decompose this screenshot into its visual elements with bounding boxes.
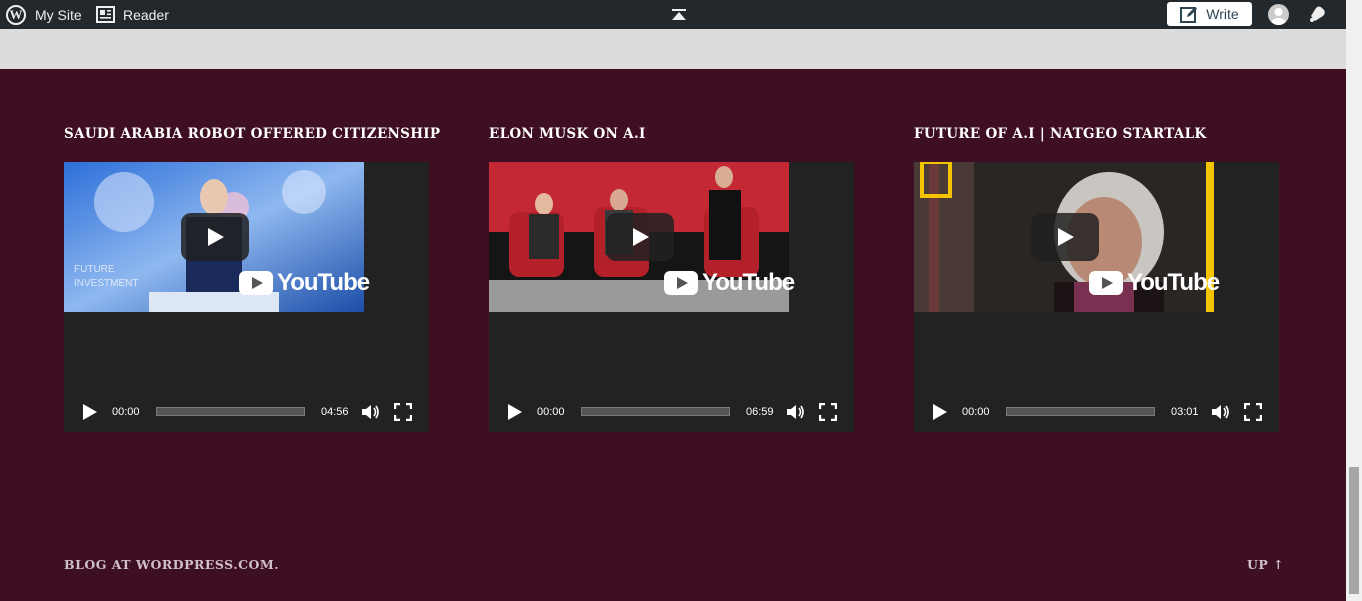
reader-link[interactable]: Reader <box>96 0 169 29</box>
play-overlay-button[interactable] <box>1031 213 1099 261</box>
play-icon[interactable] <box>508 404 522 420</box>
current-time: 00:00 <box>962 406 990 418</box>
progress-rail[interactable] <box>1006 407 1155 416</box>
play-overlay-button[interactable] <box>181 213 249 261</box>
write-button[interactable]: Write <box>1167 2 1252 26</box>
footer-credit-link[interactable]: BLOG AT WORDPRESS.COM. <box>64 557 279 572</box>
write-pencil-icon <box>1180 7 1198 23</box>
page-scrollbar[interactable] <box>1346 0 1362 601</box>
player-controls: 00:00 06:59 <box>489 399 854 425</box>
player-controls: 00:00 04:56 <box>64 399 429 425</box>
wordpress-logo-icon: W <box>6 4 26 25</box>
my-site-link[interactable]: W My Site <box>6 0 82 29</box>
video-player[interactable]: YouTube 00:00 06:59 <box>489 162 854 432</box>
youtube-logo[interactable]: YouTube <box>664 269 795 296</box>
header-band <box>0 29 1346 69</box>
widget-title: ELON MUSK ON A.I <box>489 126 646 142</box>
current-time: 00:00 <box>537 406 565 418</box>
duration: 06:59 <box>746 406 774 418</box>
youtube-label: YouTube <box>1127 269 1220 296</box>
collapse-top-icon <box>672 8 686 20</box>
volume-icon[interactable] <box>361 403 381 421</box>
widget-title: FUTURE OF A.I | NATGEO STARTALK <box>914 126 1207 142</box>
fullscreen-icon[interactable] <box>1244 403 1262 421</box>
reader-label: Reader <box>123 6 169 23</box>
my-site-label: My Site <box>35 6 82 23</box>
youtube-play-icon <box>1089 271 1123 295</box>
widget-title: SAUDI ARABIA ROBOT OFFERED CITIZENSHIP <box>64 126 441 142</box>
youtube-logo[interactable]: YouTube <box>239 269 370 296</box>
fullscreen-icon[interactable] <box>394 403 412 421</box>
collapse-top-button[interactable] <box>669 0 689 29</box>
duration: 03:01 <box>1171 406 1199 418</box>
avatar-icon[interactable] <box>1268 4 1289 25</box>
play-overlay-button[interactable] <box>606 213 674 261</box>
progress-rail[interactable] <box>581 407 730 416</box>
player-controls: 00:00 03:01 <box>914 399 1279 425</box>
youtube-label: YouTube <box>277 269 370 296</box>
notifications-bell-icon[interactable] <box>1307 4 1327 24</box>
write-label: Write <box>1206 6 1239 22</box>
reader-icon <box>96 6 115 23</box>
youtube-play-icon <box>239 271 273 295</box>
admin-bar: W My Site Reader Write <box>0 0 1346 29</box>
volume-icon[interactable] <box>786 403 806 421</box>
progress-rail[interactable] <box>156 407 305 416</box>
back-to-top-link[interactable]: UP ↑ <box>1247 557 1284 572</box>
play-icon[interactable] <box>933 404 947 420</box>
duration: 04:56 <box>321 406 349 418</box>
youtube-label: YouTube <box>702 269 795 296</box>
video-player[interactable]: FUTURE INVESTMENT YouTube 00:00 04:56 <box>64 162 429 432</box>
svg-text:FUTURE: FUTURE <box>74 264 115 275</box>
svg-text:INVESTMENT: INVESTMENT <box>74 278 138 289</box>
volume-icon[interactable] <box>1211 403 1231 421</box>
youtube-logo[interactable]: YouTube <box>1089 269 1220 296</box>
fullscreen-icon[interactable] <box>819 403 837 421</box>
youtube-play-icon <box>664 271 698 295</box>
current-time: 00:00 <box>112 406 140 418</box>
scrollbar-thumb[interactable] <box>1349 467 1359 594</box>
video-widget-1: SAUDI ARABIA ROBOT OFFERED CITIZENSHIP F… <box>64 126 441 432</box>
video-player[interactable]: YouTube 00:00 03:01 <box>914 162 1279 432</box>
video-widget-2: ELON MUSK ON A.I YouTube 00:00 06:59 <box>489 126 854 432</box>
play-icon[interactable] <box>83 404 97 420</box>
video-widget-3: FUTURE OF A.I | NATGEO STARTALK YouTube … <box>914 126 1279 432</box>
